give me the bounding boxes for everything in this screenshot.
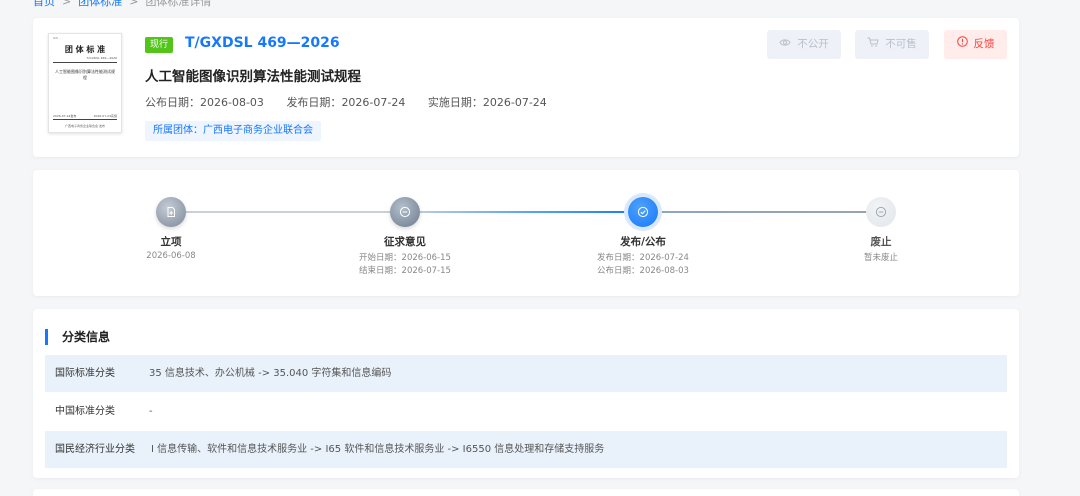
step-project-date: 2026-06-08 <box>146 251 196 261</box>
breadcrumb-home[interactable]: 首页 <box>33 0 55 8</box>
breadcrumb-current: 团体标准详情 <box>145 0 212 8</box>
section-title: 分类信息 <box>45 329 110 345</box>
step-publish-label: 发布/公布 <box>620 236 666 248</box>
not-for-sale-button-label: 不可售 <box>885 38 917 50</box>
breadcrumb-separator: > <box>62 0 72 8</box>
thumbnail-release-date: 2026-07-24发布 <box>53 114 77 118</box>
organization-tag[interactable]: 所属团体：广西电子商务企业联合会 <box>145 121 321 141</box>
release-date: 发布日期：2026-07-24 <box>286 96 406 109</box>
implement-date: 实施日期：2026-07-24 <box>427 96 547 109</box>
cart-icon <box>867 30 879 59</box>
publish-date: 公布日期：2026-08-03 <box>145 96 264 109</box>
private-button[interactable]: 不公开 <box>767 30 841 59</box>
thumbnail-title: 人工智能图像识别算法性能测试规程 <box>55 69 115 80</box>
classification-row: 国民经济行业分类 I 信息传输、软件和信息技术服务业 -> I65 软件和信息技… <box>45 431 1007 468</box>
thumbnail-heading: 团 体 标 准 <box>64 45 106 54</box>
standard-code: T/GXDSL 469—2026 <box>185 35 340 51</box>
feedback-button-label: 反馈 <box>973 38 995 50</box>
next-section-card <box>33 489 1019 496</box>
breadcrumb: 首页 > 团体标准 > 团体标准详情 <box>33 0 211 9</box>
not-for-sale-button[interactable]: 不可售 <box>855 30 929 59</box>
step-consultation-end: 结束日期：2026-07-15 <box>359 266 451 276</box>
step-publish-announce: 公布日期：2026-08-03 <box>597 266 689 276</box>
lifecycle-timeline-card: 立项 2026-06-08 征求意见 开始日期：2026-06-15 结束日期：… <box>33 170 1019 296</box>
alert-circle-icon <box>956 30 968 59</box>
breadcrumb-separator: > <box>129 0 139 8</box>
standard-title: 人工智能图像识别算法性能测试规程 <box>145 69 361 85</box>
timeline-connector <box>643 211 881 213</box>
thumbnail-ics: ICS ·· <box>53 36 61 40</box>
standard-header-card: ICS ·· 团 体 标 准 T/GXDSL 469—2026 人工智能图像识别… <box>33 18 1019 157</box>
step-consultation-start: 开始日期：2026-06-15 <box>359 253 451 263</box>
minus-circle-icon <box>866 197 896 227</box>
feedback-button[interactable]: 反馈 <box>944 30 1007 59</box>
step-consultation-label: 征求意见 <box>384 236 426 248</box>
classification-row: 国际标准分类 35 信息技术、办公机械 -> 35.040 字符集和信息编码 <box>45 355 1007 392</box>
breadcrumb-groups[interactable]: 团体标准 <box>78 0 122 8</box>
thumbnail-footer: 广西电子商务企业联合会 发布 <box>65 124 105 128</box>
comment-icon <box>390 197 420 227</box>
check-icon <box>628 197 658 227</box>
step-abolish-status: 暂未废止 <box>863 253 898 263</box>
step-abolish-label: 废止 <box>870 236 892 248</box>
classification-key: 国际标准分类 <box>55 368 115 379</box>
classification-value: - <box>149 406 153 417</box>
thumbnail-implement-date: 2026-07-24实施 <box>93 114 117 118</box>
standard-dates: 公布日期：2026-08-03 发布日期：2026-07-24 实施日期：202… <box>145 94 566 110</box>
thumbnail-code: T/GXDSL 469—2026 <box>86 56 117 60</box>
classification-key: 国民经济行业分类 <box>55 444 135 455</box>
timeline-connector <box>171 211 405 213</box>
eye-icon <box>779 30 791 59</box>
file-plus-icon <box>156 197 186 227</box>
classification-row: 中国标准分类 - <box>45 393 1007 430</box>
timeline-connector <box>405 211 643 213</box>
status-badge: 现行 <box>145 37 174 53</box>
classification-value: I 信息传输、软件和信息技术服务业 -> I65 软件和信息技术服务业 -> I… <box>151 444 605 455</box>
thumbnail-dates: 2026-07-24发布 2026-07-24实施 <box>53 114 117 120</box>
classification-key: 中国标准分类 <box>55 406 115 417</box>
standard-cover-thumbnail[interactable]: ICS ·· 团 体 标 准 T/GXDSL 469—2026 人工智能图像识别… <box>48 33 122 133</box>
step-publish-release: 发布日期：2026-07-24 <box>597 253 689 263</box>
classification-value: 35 信息技术、办公机械 -> 35.040 字符集和信息编码 <box>149 368 392 379</box>
private-button-label: 不公开 <box>797 38 829 50</box>
step-project-label: 立项 <box>160 236 182 248</box>
classification-card: 分类信息 国际标准分类 35 信息技术、办公机械 -> 35.040 字符集和信… <box>33 309 1019 478</box>
thumbnail-divider <box>53 62 117 63</box>
